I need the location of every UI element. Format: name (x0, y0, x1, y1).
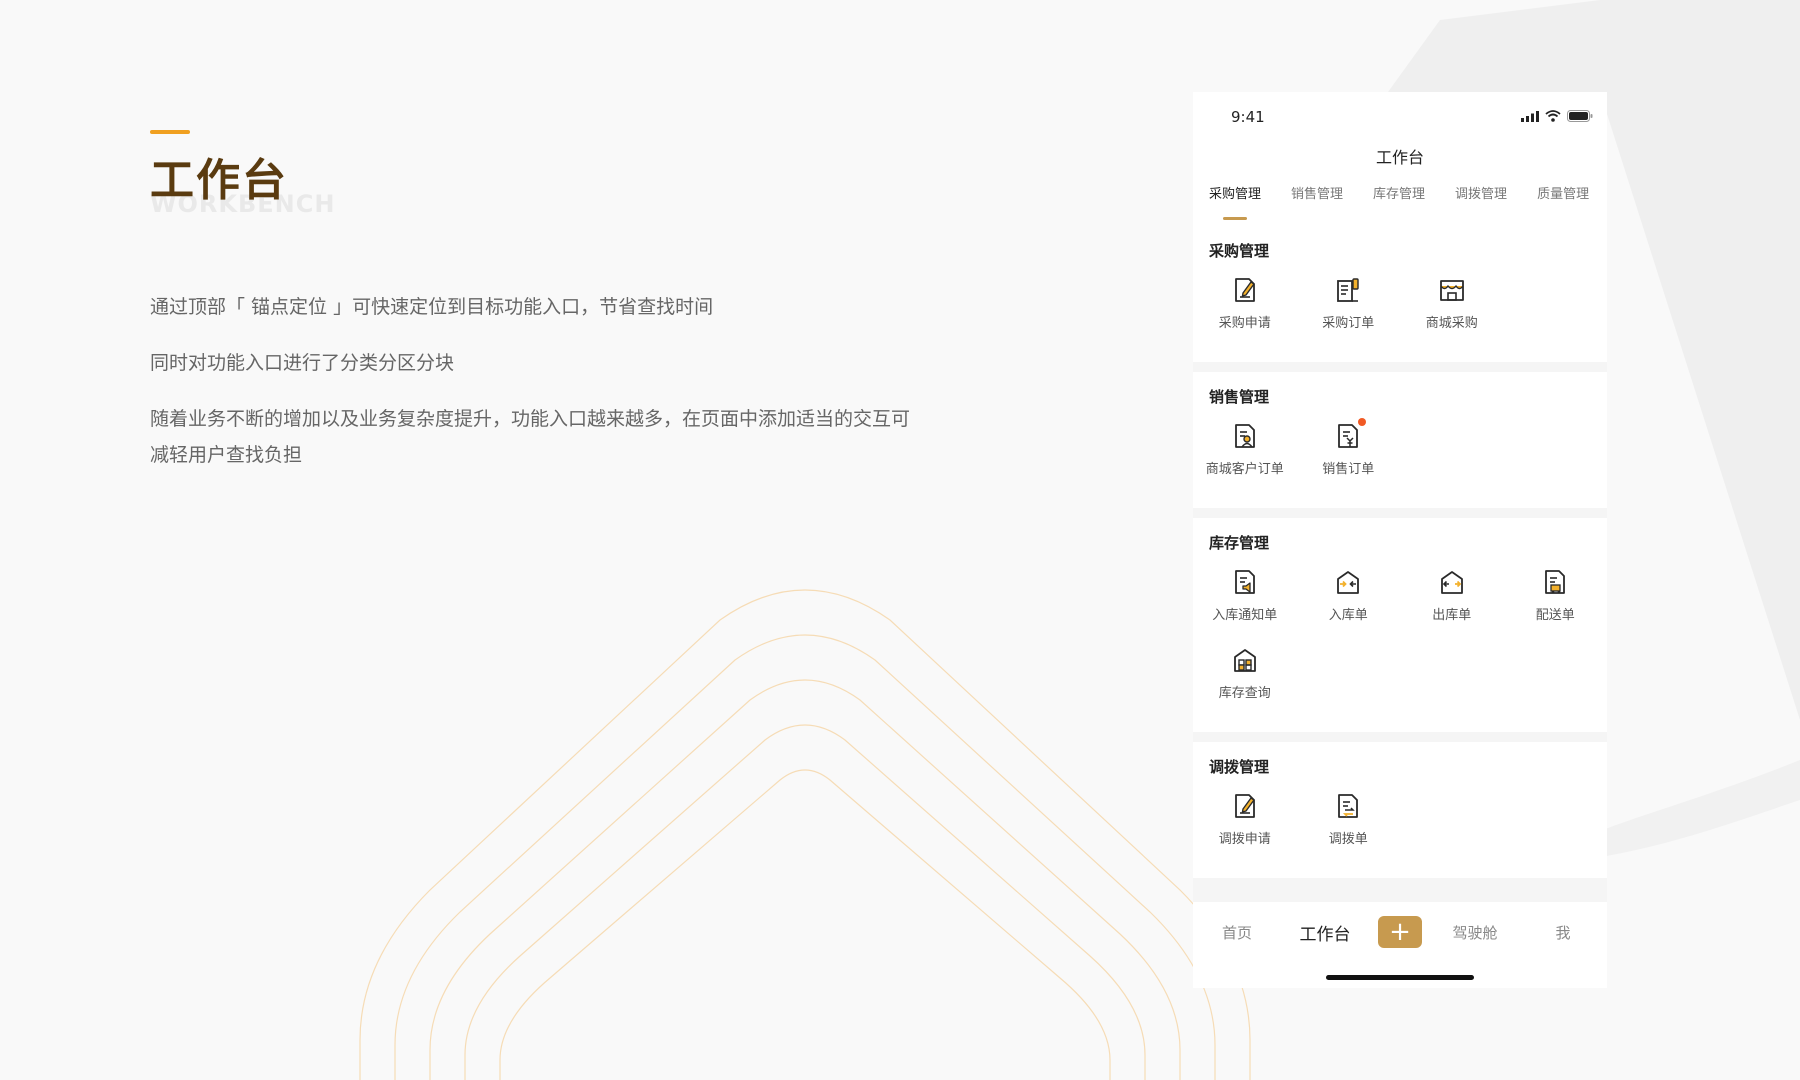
section-title: 库存管理 (1209, 534, 1270, 552)
function-entry[interactable]: 调拨单 (1297, 790, 1401, 868)
function-entry-label: 采购订单 (1322, 316, 1375, 331)
function-entry[interactable]: 出库单 (1400, 566, 1504, 644)
section-grid: 调拨申请 调拨单 (1193, 780, 1607, 868)
tab-active-indicator (1223, 217, 1247, 220)
function-entry-label: 调拨申请 (1218, 832, 1271, 847)
function-entry-label: 入库单 (1328, 608, 1368, 623)
function-entry[interactable]: 入库单 (1297, 566, 1401, 644)
function-entry[interactable]: 商城采购 (1400, 274, 1504, 352)
tab-label: 采购管理 (1209, 187, 1262, 202)
warehouse-in-icon (1334, 568, 1362, 596)
tab-1[interactable]: 销售管理 (1291, 180, 1343, 226)
nav-me[interactable]: 我 (1528, 922, 1598, 943)
nav-home[interactable]: 首页 (1202, 922, 1272, 943)
nav-title: 工作台 (1193, 136, 1607, 180)
status-icons (1521, 110, 1593, 122)
pencil-doc-icon (1231, 276, 1259, 304)
nav-plus-button[interactable]: + (1378, 916, 1422, 948)
function-entry-label: 调拨单 (1328, 832, 1368, 847)
notification-dot (1358, 418, 1367, 426)
tab-4[interactable]: 质量管理 (1537, 180, 1589, 226)
tab-3[interactable]: 调拨管理 (1455, 180, 1507, 226)
section-3: 调拨管理调拨申请 调拨单 (1193, 742, 1607, 878)
tab-2[interactable]: 库存管理 (1373, 180, 1425, 226)
accent-bar (150, 130, 190, 134)
notice-doc-icon (1231, 568, 1259, 596)
section-list: 采购管理 采购申请 采购订单 商城采购 销售管理 商城客户订单 销售订单 库存管理 入库通知单入… (1193, 226, 1607, 878)
bottom-nav: 首页 工作台 + 驾驶舱 我 (1193, 902, 1607, 988)
wifi-icon (1545, 110, 1561, 122)
phone-mockup: 9:41 工作台 采购管理 销售管理 库存管理 调拨管理 质量管理 采购管理 采购申请 采购… (1193, 92, 1607, 988)
description-line-2: 同时对功能入口进行了分类分区分块 (150, 352, 455, 374)
function-entry-label: 采购申请 (1218, 316, 1271, 331)
page-title: 工作台 (150, 155, 288, 206)
inventory-icon (1231, 646, 1259, 674)
tab-label: 销售管理 (1291, 187, 1344, 202)
section-grid: 入库通知单 入库单 出库单 配送单库存查询 (1193, 556, 1607, 722)
function-entry-label: 配送单 (1535, 608, 1575, 623)
signal-icon (1521, 110, 1539, 122)
status-time: 9:41 (1231, 108, 1265, 126)
section-grid: 商城客户订单 销售订单 (1193, 410, 1607, 498)
yen-doc-icon (1334, 418, 1367, 450)
section-grid: 采购申请 采购订单 商城采购 (1193, 264, 1607, 352)
transfer-doc-icon (1334, 792, 1362, 820)
anchor-tabs: 采购管理 销售管理 库存管理 调拨管理 质量管理 (1193, 180, 1607, 226)
nav-workbench[interactable]: 工作台 (1290, 920, 1360, 945)
function-entry-label: 销售订单 (1322, 462, 1375, 477)
section-title: 采购管理 (1209, 242, 1270, 260)
tab-label: 质量管理 (1537, 187, 1590, 202)
home-indicator (1326, 975, 1474, 980)
function-entry[interactable]: 采购订单 (1297, 274, 1401, 352)
function-entry[interactable]: 采购申请 (1193, 274, 1297, 352)
battery-icon (1567, 110, 1593, 122)
section-2: 库存管理入库通知单 入库单 出库单 配送单库存查询 (1193, 518, 1607, 732)
function-entry[interactable]: 配送单 (1504, 566, 1608, 644)
tab-label: 库存管理 (1373, 187, 1426, 202)
status-bar: 9:41 (1193, 92, 1607, 136)
function-entry-label: 库存查询 (1218, 686, 1271, 701)
function-entry-label: 出库单 (1432, 608, 1472, 623)
pencil-doc-icon (1231, 792, 1259, 820)
tab-label: 调拨管理 (1455, 187, 1508, 202)
function-entry[interactable]: 库存查询 (1193, 644, 1297, 722)
tab-0[interactable]: 采购管理 (1209, 180, 1261, 226)
delivery-doc-icon (1541, 568, 1569, 596)
function-entry-label: 商城采购 (1425, 316, 1478, 331)
order-doc-icon (1334, 276, 1362, 304)
function-entry-label: 入库通知单 (1212, 608, 1278, 623)
warehouse-out-icon (1438, 568, 1466, 596)
function-entry-label: 商城客户订单 (1205, 462, 1284, 477)
description-line-1: 通过顶部「 锚点定位 」可快速定位到目标功能入口，节省查找时间 (150, 296, 714, 318)
section-0: 采购管理采购申请 采购订单 商城采购 (1193, 226, 1607, 362)
function-entry[interactable]: 调拨申请 (1193, 790, 1297, 868)
function-entry[interactable]: 商城客户订单 (1193, 420, 1297, 498)
customer-doc-icon (1231, 422, 1259, 450)
function-entry[interactable]: 入库通知单 (1193, 566, 1297, 644)
store-icon (1438, 276, 1466, 304)
nav-cockpit[interactable]: 驾驶舱 (1440, 922, 1510, 943)
section-title: 销售管理 (1209, 388, 1270, 406)
function-entry[interactable]: 销售订单 (1297, 418, 1401, 498)
section-title: 调拨管理 (1209, 758, 1270, 776)
description-line-3: 随着业务不断的增加以及业务复杂度提升，功能入口越来越多，在页面中添加适当的交互可… (150, 408, 911, 466)
section-1: 销售管理商城客户订单 销售订单 (1193, 372, 1607, 508)
